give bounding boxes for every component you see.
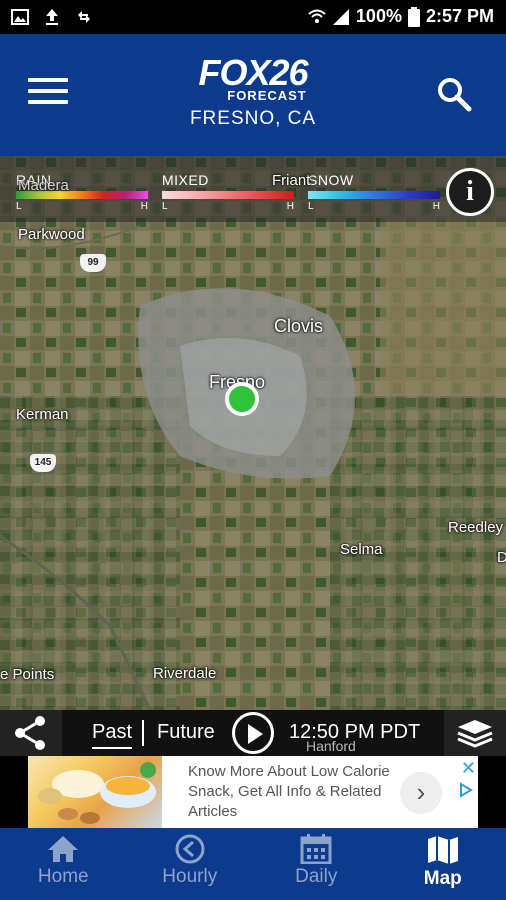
place-points: e Points	[0, 666, 55, 683]
nav-map-label: Map	[423, 868, 462, 889]
playback-controls: Past Future 12:50 PM PDT Hanford	[0, 710, 506, 756]
city-name: FRESNO, CA	[189, 108, 317, 129]
clock: 2:57 PM	[425, 6, 494, 26]
legend-snow-low: L	[308, 201, 314, 212]
wifi-icon	[308, 9, 326, 23]
route-99-shield: 99	[80, 254, 106, 272]
place-madera: Madera	[18, 177, 69, 194]
ad-choices-icon[interactable]	[458, 782, 474, 798]
ad-arrow-button[interactable]: ›	[400, 772, 442, 814]
route-145-shield: 145	[30, 454, 56, 472]
place-friant: Friant	[272, 172, 311, 189]
share-icon	[15, 716, 45, 750]
place-dinuba: D	[497, 549, 506, 566]
nav-home-label: Home	[37, 866, 89, 887]
place-clovis: Clovis	[274, 316, 324, 336]
map-icon	[427, 836, 458, 864]
layers-button[interactable]	[444, 710, 506, 756]
nav-hourly[interactable]: Hourly	[127, 828, 254, 900]
legend-mixed-low: L	[162, 201, 168, 212]
battery-icon	[407, 6, 420, 27]
ad-snack-illustration	[38, 762, 156, 824]
nav-map[interactable]: Map	[380, 828, 506, 900]
place-riverdale: Riverdale	[153, 665, 217, 682]
calendar-icon	[300, 834, 332, 864]
nav-hourly-label: Hourly	[162, 866, 218, 887]
upload-icon	[46, 9, 58, 25]
place-parkwood: Parkwood	[18, 226, 85, 243]
play-button[interactable]	[232, 712, 274, 754]
nav-daily[interactable]: Daily	[253, 828, 380, 900]
home-icon	[48, 836, 79, 862]
ad-snack-image	[28, 756, 162, 828]
legend-snow-high: H	[432, 201, 440, 212]
search-icon[interactable]	[436, 76, 472, 112]
place-selma: Selma	[340, 541, 383, 558]
legend-rain-low: L	[16, 201, 22, 212]
ad-text: Know More About Low Calorie Snack, Get A…	[188, 763, 390, 820]
tab-divider	[142, 720, 144, 746]
nav-daily-label: Daily	[295, 866, 338, 887]
legend-snow-label: SNOW	[308, 172, 354, 188]
radar-map[interactable]: RAIN LH MIXED LH SNOW LH i Madera Friant…	[0, 156, 506, 710]
legend-mixed-scale	[162, 191, 294, 199]
tab-past[interactable]: Past	[92, 721, 133, 749]
info-button[interactable]: i	[446, 168, 494, 216]
share-button[interactable]	[0, 710, 62, 756]
logo-subtitle: FORECAST	[227, 88, 307, 103]
clock-back-icon	[175, 834, 205, 864]
sync-icon	[78, 11, 90, 23]
status-bar: 100% 2:57 PM	[0, 0, 506, 34]
current-location-marker[interactable]	[225, 382, 259, 416]
precip-legend: RAIN LH MIXED LH SNOW LH i	[0, 156, 506, 222]
legend-snow: SNOW L H	[308, 172, 440, 212]
place-kerman: Kerman	[16, 406, 69, 423]
ad-close-icon[interactable]: ✕	[461, 758, 476, 779]
bottom-nav: Home Hourly Daily Map	[0, 828, 506, 900]
battery-level: 100%	[355, 6, 402, 26]
place-hanford: Hanford	[306, 738, 356, 754]
layers-icon	[457, 720, 493, 748]
app-logo: FOX26 FORECAST FRESNO, CA	[0, 52, 506, 130]
image-notification-icon	[11, 9, 29, 25]
nav-home[interactable]: Home	[0, 828, 127, 900]
place-reedley: Reedley	[448, 519, 504, 536]
app-header: FOX26 FORECAST FRESNO, CA	[0, 34, 506, 156]
ad-content[interactable]: Know More About Low Calorie Snack, Get A…	[28, 756, 478, 828]
ad-banner: Know More About Low Calorie Snack, Get A…	[0, 756, 506, 828]
tab-future[interactable]: Future	[157, 721, 215, 744]
legend-mixed-high: H	[286, 201, 294, 212]
legend-rain-high: H	[140, 201, 148, 212]
legend-snow-scale	[308, 191, 440, 199]
logo-brand: FOX26	[198, 52, 308, 93]
signal-icon	[332, 8, 349, 25]
